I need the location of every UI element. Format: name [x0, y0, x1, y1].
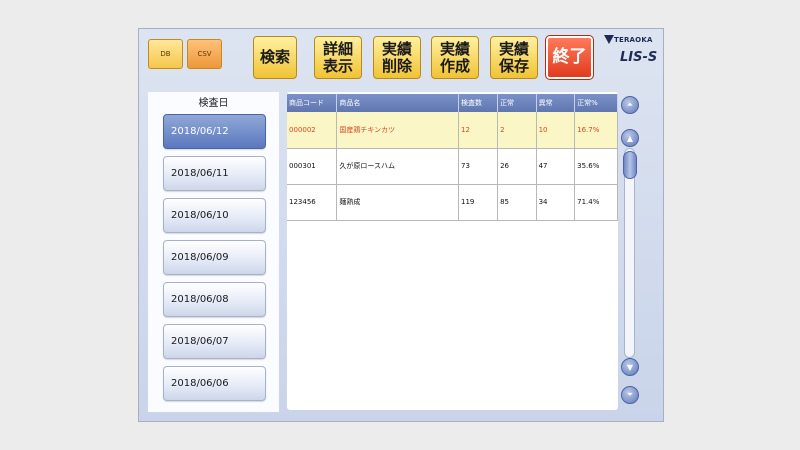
table-cell: 000301 [287, 148, 338, 185]
table-scrollbar[interactable]: ⏶ ▲ ▼ ⏷ [620, 96, 640, 412]
table-header-row: 商品コード 商品名 検査数 正常 異常 正常% [287, 94, 618, 112]
column-header[interactable]: 正常 [497, 94, 537, 112]
logo-brand-text: TERAOKA [614, 36, 653, 44]
column-header[interactable]: 異常 [536, 94, 576, 112]
scroll-top-icon[interactable]: ⏶ [621, 96, 639, 114]
detail-view-button[interactable]: 詳細 表示 [314, 36, 362, 79]
column-header[interactable]: 商品名 [336, 94, 459, 112]
csv-button[interactable]: CSV [187, 39, 222, 69]
table-row[interactable]: 000301 久が原ロースハム 73 26 47 35.6% [287, 148, 618, 185]
save-record-button[interactable]: 実績 保存 [490, 36, 538, 79]
table-cell: 26 [497, 148, 537, 185]
table-cell: 久が原ロースハム [336, 148, 459, 185]
exit-button[interactable]: 終了 [545, 35, 594, 80]
table-cell: 12 [458, 112, 499, 149]
table-cell: 85 [497, 184, 537, 221]
column-header[interactable]: 正常% [574, 94, 618, 112]
date-item[interactable]: 2018/06/06 [163, 366, 266, 401]
create-record-button[interactable]: 実績 作成 [431, 36, 479, 79]
table-row[interactable]: 000002 国産鶏チキンカツ 12 2 10 16.7% [287, 112, 618, 149]
table-cell: 34 [536, 184, 576, 221]
table-cell: 2 [497, 112, 537, 149]
teraoka-logo: TERAOKA LIS-S [604, 33, 662, 73]
table-cell: 000002 [287, 112, 338, 149]
delete-record-button[interactable]: 実績 削除 [373, 36, 421, 79]
table-cell: 73 [458, 148, 499, 185]
table-cell: 16.7% [574, 112, 618, 149]
table-cell: 10 [536, 112, 576, 149]
date-item[interactable]: 2018/06/10 [163, 198, 266, 233]
scroll-thumb[interactable] [623, 151, 637, 179]
results-table: 商品コード 商品名 検査数 正常 異常 正常% 000002 国産鶏チキンカツ 12 2 10 16… [287, 94, 618, 221]
table-cell: 119 [458, 184, 499, 221]
column-header[interactable]: 商品コード [287, 94, 338, 112]
search-button[interactable]: 検索 [253, 36, 297, 79]
logo-triangle-icon [604, 35, 614, 44]
date-item[interactable]: 2018/06/09 [163, 240, 266, 275]
logo-product-text: LIS-S [620, 50, 658, 65]
date-item[interactable]: 2018/06/08 [163, 282, 266, 317]
date-item[interactable]: 2018/06/11 [163, 156, 266, 191]
table-cell: 71.4% [574, 184, 618, 221]
scroll-down-icon[interactable]: ▼ [621, 358, 639, 376]
scroll-bottom-icon[interactable]: ⏷ [621, 386, 639, 404]
table-cell: 47 [536, 148, 576, 185]
results-table-panel: 商品コード 商品名 検査数 正常 異常 正常% 000002 国産鶏チキンカツ 12 2 10 16… [287, 92, 618, 410]
table-cell: 35.6% [574, 148, 618, 185]
table-row[interactable]: 123456 麺熟成 119 85 34 71.4% [287, 184, 618, 221]
scroll-track[interactable] [624, 148, 635, 358]
date-list-header: 検査日 [198, 98, 229, 109]
scroll-up-icon[interactable]: ▲ [621, 129, 639, 147]
date-item[interactable]: 2018/06/12 [163, 114, 266, 149]
date-item[interactable]: 2018/06/07 [163, 324, 266, 359]
column-header[interactable]: 検査数 [458, 94, 499, 112]
db-button[interactable]: DB [148, 39, 183, 69]
table-cell: 麺熟成 [336, 184, 459, 221]
table-cell: 123456 [287, 184, 338, 221]
date-list-panel: 検査日 2018/06/12 2018/06/11 2018/06/10 2018/0… [148, 92, 279, 412]
table-cell: 国産鶏チキンカツ [336, 112, 459, 149]
